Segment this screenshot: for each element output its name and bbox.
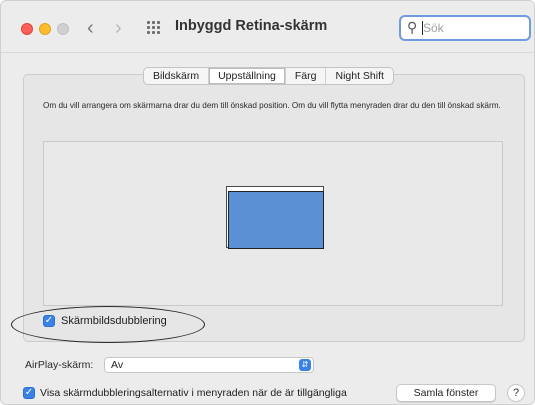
help-button[interactable]: ? [507,384,525,402]
forward-button[interactable]: › [115,15,122,41]
zoom-button[interactable] [57,23,69,35]
close-button[interactable] [21,23,33,35]
search-icon: ⚲ [407,19,418,35]
mirroring-checkbox[interactable]: ✓ [43,315,55,327]
tab-bar: Bildskärm Uppställning Färg Night Shift [143,67,394,85]
search-field[interactable]: ⚲ Sök [399,15,531,41]
display-thumbnail[interactable] [228,191,324,249]
mirroring-option[interactable]: ✓ Skärmbildsdubblering [43,315,167,327]
preferences-window: ‹ › Inbyggd Retina-skärm ⚲ Sök Bildskärm… [0,0,535,405]
grid-icon[interactable] [147,21,163,35]
airplay-select[interactable]: Av ⇵ [104,357,314,373]
title-bar: ‹ › Inbyggd Retina-skärm ⚲ Sök [1,1,534,53]
window-title: Inbyggd Retina-skärm [175,18,328,34]
show-options-checkbox[interactable]: ✓ [23,387,35,399]
show-options-label: Visa skärmdubbleringsalternativ i menyra… [40,387,347,399]
airplay-label: AirPlay-skärm: [25,359,94,371]
mirroring-label: Skärmbildsdubblering [61,315,167,327]
gather-windows-button[interactable]: Samla fönster [396,384,496,402]
arrangement-description: Om du vill arrangera om skärmarna drar d… [43,101,501,110]
tab-uppstallning[interactable]: Uppställning [209,68,286,84]
airplay-value: Av [111,359,124,371]
back-button[interactable]: ‹ [87,15,94,41]
show-options-row[interactable]: ✓ Visa skärmdubbleringsalternativ i meny… [23,387,347,399]
minimize-button[interactable] [39,23,51,35]
tab-night-shift[interactable]: Night Shift [326,68,392,84]
tab-bildskarm[interactable]: Bildskärm [144,68,210,84]
chevron-updown-icon: ⇵ [299,359,311,371]
tab-farg[interactable]: Färg [286,68,327,84]
search-placeholder: Sök [423,21,444,35]
